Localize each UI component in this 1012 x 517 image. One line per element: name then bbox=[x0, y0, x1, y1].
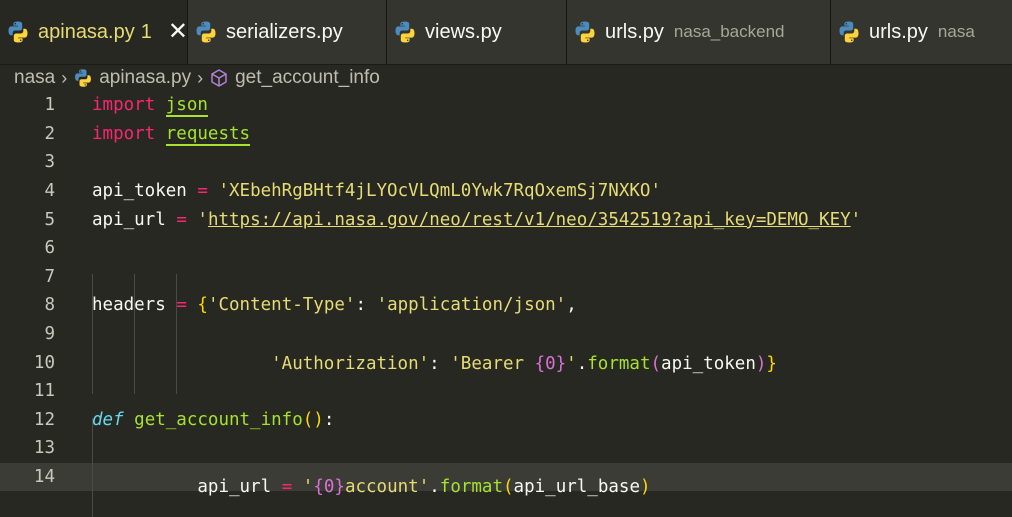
python-icon bbox=[393, 20, 417, 44]
token-format-placeholder: {0} bbox=[313, 477, 345, 498]
token-paren: ( bbox=[503, 477, 514, 498]
tab-label: apinasa.py bbox=[38, 20, 135, 43]
token-string: 'XEbehRgBHtf4jLYOcVLQmL0Ywk7RqOxemSj7NXK… bbox=[218, 181, 661, 202]
token-punctuation: . bbox=[429, 477, 440, 498]
close-icon[interactable]: ✕ bbox=[168, 20, 188, 44]
token-variable: api_token bbox=[92, 181, 187, 202]
tab-views[interactable]: views.py bbox=[387, 0, 567, 64]
token-operator: = bbox=[281, 477, 293, 498]
token-string: account' bbox=[344, 477, 430, 498]
line-number: 4 bbox=[44, 181, 55, 202]
python-icon bbox=[837, 20, 861, 44]
token-keyword: import bbox=[92, 123, 156, 144]
token-keyword: import bbox=[92, 95, 156, 116]
code-line: 3 bbox=[0, 148, 1012, 177]
problem-count-badge: 1 bbox=[140, 20, 152, 43]
breadcrumb-folder[interactable]: nasa bbox=[14, 67, 55, 89]
python-icon bbox=[6, 20, 30, 44]
breadcrumb-file[interactable]: apinasa.py bbox=[99, 67, 191, 89]
line-number: 12 bbox=[33, 409, 55, 430]
token-variable: api_url bbox=[197, 477, 272, 498]
token-module: json bbox=[165, 95, 208, 118]
token-paren: ) bbox=[639, 477, 651, 498]
tab-urls-nasa[interactable]: urls.py nasa bbox=[831, 0, 1012, 64]
tab-label: views.py bbox=[425, 20, 502, 43]
breadcrumb: nasa › apinasa.py › get_account_info bbox=[0, 65, 1012, 91]
code-line-current: 14 api_url = '{0}account'.format(api_url… bbox=[0, 437, 1012, 517]
line-number: 6 bbox=[44, 238, 55, 259]
line-number: 9 bbox=[44, 324, 55, 345]
token-string: ' bbox=[197, 209, 208, 230]
line-number: 13 bbox=[33, 438, 55, 459]
tab-label: urls.py bbox=[605, 20, 664, 43]
code-line: 4 api_token = 'XEbehRgBHtf4jLYOcVLQmL0Yw… bbox=[0, 177, 1012, 206]
token-string: ' bbox=[302, 477, 314, 498]
tab-urls-nasa-backend[interactable]: urls.py nasa_backend bbox=[567, 0, 831, 64]
python-icon bbox=[194, 20, 218, 44]
token-variable: api_url bbox=[92, 209, 166, 230]
chevron-right-icon: › bbox=[61, 67, 68, 88]
line-number: 3 bbox=[44, 152, 55, 173]
python-icon bbox=[73, 68, 93, 88]
line-number: 1 bbox=[44, 95, 55, 116]
tab-bar: apinasa.py 1 ✕ serializers.py views.py u… bbox=[0, 0, 1012, 65]
tab-serializers[interactable]: serializers.py bbox=[188, 0, 387, 64]
token-url-link[interactable]: https://api.nasa.gov/neo/rest/v1/neo/354… bbox=[208, 210, 851, 230]
token-string: ' bbox=[850, 209, 862, 230]
code-line: 10 bbox=[0, 348, 1012, 377]
tab-apinasa[interactable]: apinasa.py 1 ✕ bbox=[0, 0, 188, 64]
token-punctuation: : bbox=[323, 409, 335, 430]
code-line: 11 bbox=[0, 377, 1012, 406]
line-number: 11 bbox=[33, 381, 55, 402]
code-line: 9 'Authorization': 'Bearer {0}'.format(a… bbox=[0, 274, 1012, 395]
code-line: 1 import json bbox=[0, 91, 1012, 120]
code-editor[interactable]: 1 import json 2 import requests 3 4 api_… bbox=[0, 91, 1012, 517]
code-line: 2 import requests bbox=[0, 120, 1012, 149]
tab-description: nasa_backend bbox=[673, 22, 785, 41]
method-cube-icon bbox=[211, 69, 227, 87]
line-number: 10 bbox=[33, 352, 55, 373]
code-line: 5 api_url = 'https://api.nasa.gov/neo/re… bbox=[0, 205, 1012, 234]
token-method: format bbox=[439, 477, 503, 498]
indent-guide bbox=[92, 437, 93, 517]
python-icon bbox=[573, 20, 597, 44]
token-function-name: get_account_info bbox=[134, 409, 303, 430]
token-variable: api_url_base bbox=[513, 477, 640, 498]
line-number: 14 bbox=[33, 467, 55, 488]
tab-label: urls.py bbox=[869, 20, 928, 43]
token-operator: = bbox=[176, 209, 187, 230]
line-number: 5 bbox=[44, 209, 55, 230]
token-paren: () bbox=[302, 409, 324, 430]
token-operator: = bbox=[197, 181, 208, 202]
code-line: 6 bbox=[0, 234, 1012, 263]
line-number: 8 bbox=[44, 295, 55, 316]
chevron-right-icon: › bbox=[197, 67, 204, 88]
line-number: 2 bbox=[44, 123, 55, 144]
breadcrumb-symbol[interactable]: get_account_info bbox=[235, 67, 380, 89]
token-module: requests bbox=[165, 123, 251, 146]
line-number: 7 bbox=[44, 266, 55, 287]
tab-label: serializers.py bbox=[226, 20, 343, 43]
tab-description: nasa bbox=[937, 22, 975, 41]
